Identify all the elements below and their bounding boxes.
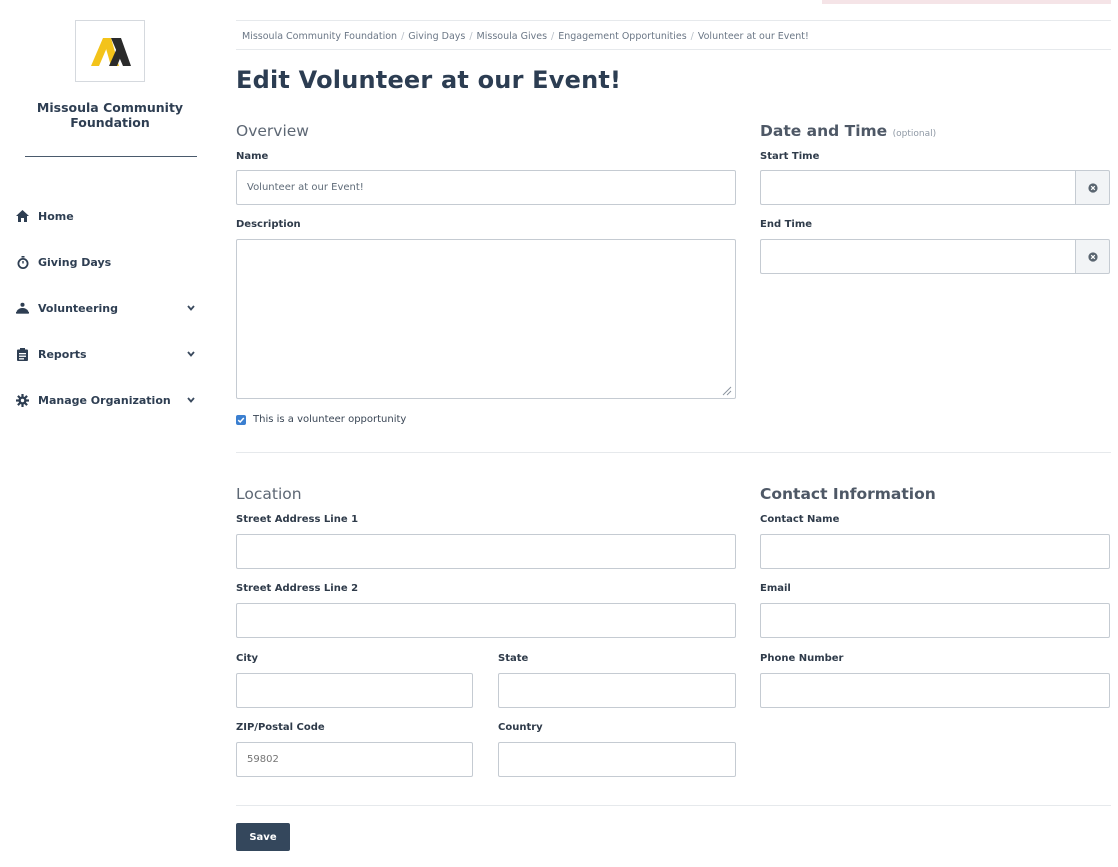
home-icon (16, 210, 29, 223)
name-input[interactable] (236, 170, 736, 205)
sidebar-nav: Home Giving Days Volunteering Reports Ma… (16, 193, 206, 423)
save-button[interactable]: Save (236, 823, 290, 851)
end-time-clear-button[interactable] (1075, 239, 1110, 274)
sidebar-item-volunteering[interactable]: Volunteering (16, 285, 206, 331)
sidebar-item-home[interactable]: Home (16, 193, 206, 239)
contact-name-input[interactable] (760, 534, 1110, 569)
start-time-label: Start Time (760, 151, 820, 162)
breadcrumb-link-giving-days[interactable]: Giving Days (408, 31, 465, 42)
chevron-down-icon[interactable] (186, 349, 196, 359)
logo-m-icon (91, 38, 131, 66)
email-input[interactable] (760, 603, 1110, 638)
country-input[interactable] (498, 742, 736, 777)
start-time-clear-button[interactable] (1075, 170, 1110, 205)
sidebar-item-label: Manage Organization (38, 393, 171, 407)
breadcrumb-top-divider (236, 20, 1111, 21)
date-time-heading: Date and Time (optional) (760, 122, 936, 140)
state-label: State (498, 653, 529, 664)
clipboard-icon (16, 347, 29, 361)
volunteer-icon (16, 302, 29, 315)
breadcrumb-separator: / (469, 31, 473, 42)
close-circle-icon (1087, 251, 1098, 262)
breadcrumb-link-foundation[interactable]: Missoula Community Foundation (242, 31, 397, 42)
sidebar-item-reports[interactable]: Reports (16, 331, 206, 377)
end-time-input[interactable] (760, 239, 1075, 274)
street2-input[interactable] (236, 603, 736, 638)
stopwatch-icon (16, 255, 29, 269)
email-label: Email (760, 583, 791, 594)
city-label: City (236, 653, 259, 664)
breadcrumb-link-engagement[interactable]: Engagement Opportunities (558, 31, 686, 42)
sidebar-item-label: Reports (38, 347, 87, 361)
page-title: Edit Volunteer at our Event! (236, 66, 622, 94)
sidebar-item-label: Giving Days (38, 255, 112, 269)
location-heading: Location (236, 485, 302, 503)
gear-icon (16, 393, 29, 407)
phone-input[interactable] (760, 673, 1110, 708)
breadcrumb-current: Volunteer at our Event! (697, 31, 809, 42)
contact-name-label: Contact Name (760, 514, 840, 525)
zip-input[interactable] (236, 742, 473, 777)
footer-divider (236, 805, 1111, 806)
sidebar: Missoula Community Foundation Home Givin… (0, 0, 215, 867)
date-time-heading-text: Date and Time (760, 122, 888, 140)
breadcrumb-bottom-divider (236, 49, 1111, 50)
name-label: Name (236, 151, 269, 162)
optional-note: (optional) (892, 129, 937, 139)
sidebar-divider (25, 156, 197, 157)
description-textarea[interactable] (236, 239, 736, 399)
close-circle-icon (1087, 182, 1098, 193)
sidebar-item-giving-days[interactable]: Giving Days (16, 239, 206, 285)
section-divider (236, 452, 1111, 453)
street1-input[interactable] (236, 534, 736, 569)
breadcrumb-separator: / (690, 31, 694, 42)
checkmark-icon (237, 416, 245, 423)
breadcrumb: Missoula Community Foundation / Giving Day… (242, 31, 809, 42)
resize-grip-icon[interactable] (722, 386, 732, 396)
overview-heading: Overview (236, 122, 309, 140)
volunteer-checkbox-label: This is a volunteer opportunity (253, 414, 407, 425)
sidebar-item-label: Volunteering (38, 301, 118, 315)
city-input[interactable] (236, 673, 473, 708)
state-input[interactable] (498, 673, 736, 708)
sidebar-item-manage-organization[interactable]: Manage Organization (16, 377, 206, 423)
description-label: Description (236, 219, 301, 230)
start-time-input[interactable] (760, 170, 1075, 205)
zip-label: ZIP/Postal Code (236, 722, 325, 733)
street1-label: Street Address Line 1 (236, 514, 359, 525)
sidebar-item-label: Home (38, 209, 74, 223)
org-logo[interactable] (75, 20, 145, 82)
contact-heading: Contact Information (760, 485, 936, 503)
breadcrumb-separator: / (401, 31, 405, 42)
top-accent-strip (822, 0, 1111, 4)
street2-label: Street Address Line 2 (236, 583, 359, 594)
breadcrumb-link-missoula-gives[interactable]: Missoula Gives (477, 31, 547, 42)
org-name: Missoula Community Foundation (36, 100, 184, 130)
end-time-label: End Time (760, 219, 813, 230)
chevron-down-icon[interactable] (186, 395, 196, 405)
volunteer-checkbox[interactable] (236, 414, 246, 425)
country-label: Country (498, 722, 543, 733)
phone-label: Phone Number (760, 653, 844, 664)
volunteer-checkbox-row[interactable]: This is a volunteer opportunity (236, 414, 406, 425)
breadcrumb-separator: / (551, 31, 555, 42)
chevron-down-icon[interactable] (186, 303, 196, 313)
